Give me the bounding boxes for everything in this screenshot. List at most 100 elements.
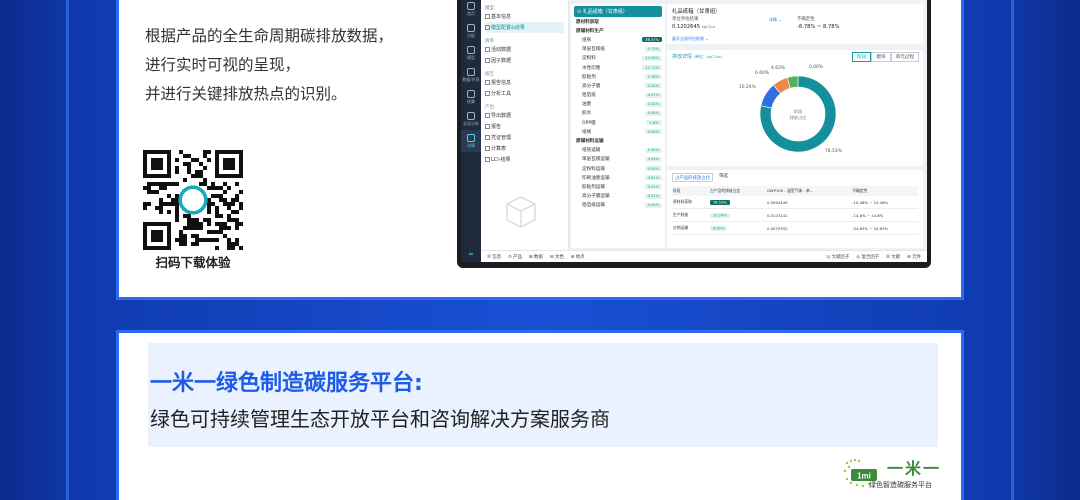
table-cell: -34.63% ~ 34.63% (851, 221, 918, 236)
tree-row[interactable]: 铝箔纸运输 0.00% (574, 201, 662, 210)
qr-code[interactable] (143, 150, 243, 250)
share-badge: 1.76% (644, 74, 662, 80)
cube-icon (506, 196, 536, 228)
footer-link[interactable]: ⊞ 数据 (529, 254, 543, 260)
result-value: 0.1202645 (672, 24, 701, 30)
tree-row-label: OPP膜 (582, 120, 596, 126)
tree-row[interactable]: 纸张 36.37% (574, 35, 662, 44)
tree-row[interactable]: 纸绳 0.06% (574, 127, 662, 136)
filter-button[interactable]: 筛选 (719, 173, 728, 182)
slice-label: 10.24% (739, 84, 756, 90)
column-header[interactable]: GWP100 - 温室气体 - 单... (765, 186, 852, 197)
table-row[interactable]: 原材料获取 78.53% 0.0944449 -10.46% ~ 10.46% (672, 196, 918, 210)
footer-link[interactable]: ◎ 文献因子 (826, 254, 849, 260)
nav-item[interactable]: 报告信息 (485, 77, 564, 88)
table-row[interactable]: 分销运输 6.60% 0.0079332 -34.63% ~ 34.63% (672, 221, 918, 236)
share-cell: 10.24% (708, 208, 766, 223)
nav-item[interactable]: 活动数据 (485, 44, 564, 55)
footer-link[interactable]: ☰ 信息 (487, 254, 501, 260)
tree-row-label: 纸张 (582, 37, 592, 43)
nav-item[interactable]: 导出数据 (485, 110, 564, 121)
tree-row[interactable]: 印刷油墨运输 0.61% (574, 173, 662, 182)
logo-text: 一米一 (887, 459, 942, 478)
infinity-icon[interactable]: ∞ (461, 250, 481, 258)
tree-row[interactable]: 原辅材料生产 (574, 26, 662, 35)
rail-item[interactable]: 分配 (461, 20, 481, 42)
share-badge: 6.60% (709, 226, 728, 232)
tree-row[interactable]: 高分子膜运输 0.01% (574, 192, 662, 201)
table-row[interactable]: 生产制造 10.24% 0.0123141 -14.8% ~ 14.8% (672, 208, 918, 223)
share-badge: 1.6% (646, 120, 662, 126)
summary-title: 礼品纸箱（甘肃组） (672, 9, 721, 15)
tab-stage[interactable]: 阶段 (852, 52, 872, 62)
tree-row-label: 原辅材料运输 (576, 139, 604, 145)
tree-row[interactable]: 单层瓦楞纸 0.72% (574, 45, 662, 54)
emission-donut-chart: 78.53% 10.24% 6.60%4.63% 0.00% 阶段排放占比 (739, 64, 842, 154)
tree-row-label: 纸绳 (582, 129, 592, 135)
tree-row[interactable]: 胶粘剂运输 0.01% (574, 182, 662, 191)
rail-item[interactable]: 首页 (461, 0, 481, 20)
rail-label: 分配 (467, 32, 475, 38)
rail-icon (467, 67, 475, 76)
tree-row[interactable]: 淀粉料运输 0.09% (574, 164, 662, 173)
tree-row[interactable]: 胶粘剂 1.76% (574, 72, 662, 81)
share-column-button[interactable]: 占产品的排放占比 (672, 173, 714, 183)
rail-icon (467, 45, 475, 54)
tree-row[interactable]: 水性印墨 12.71% (574, 63, 662, 72)
rail-item[interactable]: 模型 (461, 42, 481, 64)
tree-row[interactable]: 高分子膜 0.32% (574, 81, 662, 90)
icon-rail: 首页分配模型 数据/共享核算全局分析详情 ∞ (461, 0, 481, 262)
footer-link[interactable]: ⊕ 地点 (571, 254, 585, 260)
footer-link[interactable]: ◎ 复合因子 (856, 254, 879, 260)
rail-icon (467, 89, 475, 98)
share-badge: 0.06% (644, 129, 662, 135)
rail-item[interactable]: 详情 (461, 130, 481, 152)
footer-link[interactable]: ⊕ 元件 (907, 254, 921, 260)
slice-label: 0.00% (809, 64, 823, 70)
nav-item[interactable]: 模型配置&结果 (485, 22, 564, 33)
nav-item[interactable]: 基本信息 (485, 11, 564, 22)
table-cell: 0.0079332 (765, 221, 852, 236)
tree-head[interactable]: ⊙ 礼品纸箱（甘肃组） (574, 6, 662, 17)
tree-row[interactable]: OPP膜 1.6% (574, 118, 662, 127)
detail-dropdown[interactable]: 详情 ⌄ (769, 17, 782, 23)
column-header[interactable]: 阶段 (672, 186, 709, 197)
uncertainty: 不确定性 -8.78% ~ 8.78% (797, 17, 840, 30)
tree-row[interactable]: 淀粉料 12.96% (574, 54, 662, 63)
tree-row-label: 单层瓦楞运输 (582, 157, 610, 163)
tree-row[interactable]: 油墨 0.02% (574, 100, 662, 109)
nav-item[interactable]: 凭证管理 (485, 132, 564, 143)
description-line: 进行实时可视的呈现， (145, 56, 301, 74)
tree-row[interactable]: 纸张运输 1.55% (574, 146, 662, 155)
rail-item[interactable]: 全局分析 (461, 108, 481, 130)
footer-link[interactable]: ⊙ 产品 (508, 254, 522, 260)
stage-table: 阶段 占产品的排放占比 GWP100 - 温室气体 - 单... 不确定性 原材料获取… (672, 186, 918, 236)
share-badge: 12.96% (642, 55, 662, 61)
column-header[interactable]: 占产品的排放占比 (708, 186, 766, 197)
tree-row[interactable]: 单层瓦楞运输 0.03% (574, 155, 662, 164)
rail-item[interactable]: 核算 (461, 86, 481, 108)
footer-link[interactable]: ☰ 文献 (886, 254, 900, 260)
rail-label: 全局分析 (463, 120, 479, 126)
nav-item[interactable]: 报告 (485, 121, 564, 132)
nav-item[interactable]: LCI-结果 (485, 154, 564, 165)
column-header[interactable]: 不确定性 (851, 186, 918, 197)
nav-item[interactable]: 分析工具 (485, 88, 564, 99)
footer-link[interactable]: ⊟ 文档 (550, 254, 564, 260)
expand-results-link[interactable]: 展开全部评估结果 ⌄ (672, 36, 709, 42)
rail-item[interactable]: 数据/共享 (461, 64, 481, 86)
nav-item[interactable]: 因子数据 (485, 55, 564, 66)
tab-module[interactable]: 模块 (871, 52, 891, 62)
nav-item[interactable]: 计算表 (485, 143, 564, 154)
process-tree: ⊙ 礼品纸箱（甘肃组） 原材料获取 原辅材料生产 纸张 36.37% 单层瓦楞纸 0.72… (571, 4, 665, 248)
tree-row[interactable]: 原材料获取 (574, 17, 662, 26)
tree-row[interactable]: 胶水 0.06% (574, 109, 662, 118)
tree-row[interactable]: 铝箔纸 0.07% (574, 91, 662, 100)
frame-line-left (66, 0, 69, 500)
table-cell: 生产制造 (672, 208, 709, 223)
rail-label: 核算 (467, 98, 475, 104)
tree-row[interactable]: 原辅材料运输 (574, 136, 662, 145)
tab-process[interactable]: 单元过程 (890, 52, 919, 62)
rail-label: 首页 (467, 10, 475, 16)
qr-label: 扫码下载体验 (155, 255, 231, 270)
